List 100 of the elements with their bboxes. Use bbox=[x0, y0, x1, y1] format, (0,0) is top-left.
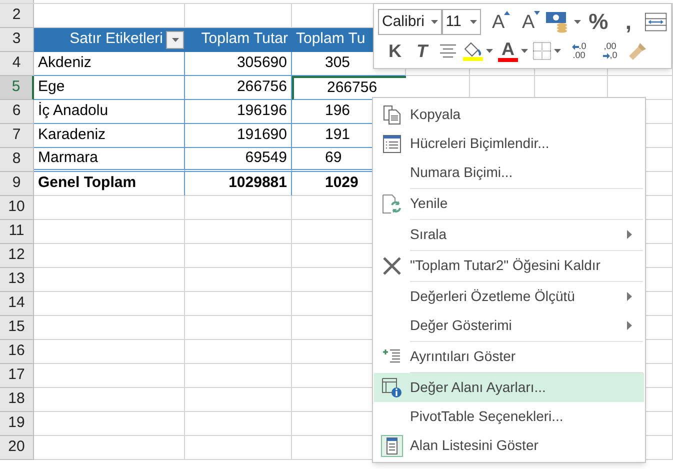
row-number[interactable]: 13 bbox=[0, 268, 34, 292]
settings-info-icon bbox=[382, 378, 402, 398]
caret-icon bbox=[430, 20, 438, 24]
grid-cell[interactable] bbox=[185, 316, 292, 340]
filter-button[interactable] bbox=[166, 30, 184, 48]
grid-cell[interactable] bbox=[34, 316, 185, 340]
grid-cell[interactable] bbox=[185, 268, 292, 292]
caret-icon bbox=[486, 49, 493, 53]
font-size-field[interactable]: 11 bbox=[442, 9, 482, 35]
decimal-label: .00 bbox=[572, 51, 586, 60]
grid-cell[interactable] bbox=[185, 364, 292, 388]
grid-cell[interactable] bbox=[185, 292, 292, 316]
paint-bucket-icon[interactable] bbox=[463, 41, 483, 57]
copy-icon bbox=[383, 104, 401, 124]
grid-cell[interactable] bbox=[34, 292, 185, 316]
grid-cell[interactable] bbox=[34, 340, 185, 364]
down-caret-icon bbox=[534, 11, 540, 15]
row-number[interactable]: 8 bbox=[0, 148, 34, 172]
table-cell-text: 305690 bbox=[236, 53, 287, 74]
table-cell-text: 266756 bbox=[327, 78, 378, 98]
table-cell-text: Ege bbox=[38, 77, 65, 98]
table-cell-text: 1029 bbox=[325, 173, 358, 194]
decrease-decimal-button[interactable]: ,00 ,0 bbox=[597, 42, 623, 60]
table-cell-text: 191 bbox=[325, 125, 350, 146]
header-cell-text: Satır Etiketleri bbox=[70, 29, 163, 50]
table-cell-text: 196 bbox=[325, 101, 350, 122]
table-cell-text: 69549 bbox=[245, 148, 287, 168]
grid-cell[interactable] bbox=[34, 196, 185, 220]
caret-icon bbox=[554, 49, 561, 53]
caret-icon bbox=[470, 20, 478, 24]
grid-cell[interactable] bbox=[34, 364, 185, 388]
font-size: 11 bbox=[446, 12, 462, 32]
row-number[interactable]: 12 bbox=[0, 244, 34, 268]
caret-icon bbox=[521, 49, 528, 53]
grid-cell[interactable] bbox=[34, 436, 185, 460]
list-icon bbox=[383, 134, 401, 152]
table-cell-text: 191690 bbox=[236, 125, 287, 146]
grid-cell[interactable] bbox=[34, 412, 185, 436]
submenu-arrow-icon bbox=[627, 321, 632, 330]
up-caret-icon bbox=[504, 11, 510, 15]
row-number[interactable]: 7 bbox=[0, 124, 34, 148]
wrap-icon[interactable] bbox=[645, 11, 668, 33]
format-button[interactable]: % bbox=[585, 10, 612, 34]
grid-cell[interactable] bbox=[34, 220, 185, 244]
submenu-arrow-icon bbox=[627, 230, 632, 239]
shrink-font-button[interactable]: A bbox=[515, 10, 542, 34]
paintbrush-icon[interactable] bbox=[628, 41, 648, 61]
grid-cell[interactable] bbox=[185, 244, 292, 268]
table-cell-text: Genel Toplam bbox=[38, 173, 136, 194]
grid-cell[interactable] bbox=[34, 268, 185, 292]
header-cell-text: Toplam Tu bbox=[296, 29, 366, 50]
table-cell-text: 266756 bbox=[236, 77, 287, 98]
font-field[interactable]: Calibri bbox=[378, 9, 442, 35]
italic-button[interactable]: T bbox=[411, 39, 433, 63]
row-number[interactable]: 16 bbox=[0, 340, 34, 364]
grid-cell[interactable] bbox=[185, 388, 292, 412]
row-number[interactable]: 3 bbox=[0, 28, 34, 52]
row-number[interactable]: 17 bbox=[0, 364, 34, 388]
row-number[interactable]: 20 bbox=[0, 436, 34, 460]
font-name: Calibri bbox=[382, 12, 425, 32]
decimal-label: ,0 bbox=[610, 51, 618, 60]
table-cell-text: 196196 bbox=[236, 101, 287, 122]
table-cell-text: Akdeniz bbox=[38, 53, 92, 74]
row-number[interactable]: 14 bbox=[0, 292, 34, 316]
grid-cell[interactable] bbox=[185, 220, 292, 244]
grid-cell[interactable] bbox=[185, 340, 292, 364]
grid-cell[interactable] bbox=[185, 436, 292, 460]
grow-font-button[interactable]: A bbox=[485, 10, 512, 34]
row-number[interactable]: 6 bbox=[0, 100, 34, 124]
grid-cell[interactable] bbox=[185, 412, 292, 436]
table-cell-text: İç Anadolu bbox=[38, 101, 108, 122]
row-number[interactable]: 2 bbox=[0, 4, 34, 28]
grid-cell[interactable] bbox=[34, 388, 185, 412]
borders-icon[interactable] bbox=[533, 42, 551, 60]
row-number[interactable]: 11 bbox=[0, 220, 34, 244]
left-arrow-icon bbox=[572, 44, 579, 50]
decimal-label: ,00 bbox=[604, 42, 616, 51]
decimal-label: .0 bbox=[578, 42, 586, 51]
table-cell-text: 1029881 bbox=[228, 173, 287, 194]
table-cell-text: Marmara bbox=[38, 148, 98, 168]
table-cell-text: 305 bbox=[325, 53, 350, 74]
font-color-button[interactable]: A bbox=[502, 40, 514, 58]
grid-cell[interactable] bbox=[34, 244, 185, 268]
row-number[interactable]: 5 bbox=[0, 76, 34, 100]
format-button[interactable]: , bbox=[615, 10, 642, 34]
right-arrow-icon bbox=[602, 52, 610, 58]
row-number[interactable]: 4 bbox=[0, 52, 34, 76]
grid-cell[interactable] bbox=[185, 196, 292, 220]
row-number[interactable]: 10 bbox=[0, 196, 34, 220]
table-cell-text: Karadeniz bbox=[38, 125, 106, 146]
increase-decimal-button[interactable]: .0 .00 bbox=[566, 42, 592, 60]
menu-item[interactable]: Değer Alanı Ayarları... bbox=[374, 373, 644, 402]
plus-list-icon bbox=[383, 348, 401, 364]
row-number[interactable]: 15 bbox=[0, 316, 34, 340]
field-list-icon bbox=[381, 434, 403, 456]
row-number[interactable]: 9 bbox=[0, 172, 34, 196]
align-center-icon[interactable] bbox=[438, 44, 458, 58]
row-number[interactable]: 18 bbox=[0, 388, 34, 412]
bold-button[interactable]: K bbox=[384, 39, 406, 63]
row-number[interactable]: 19 bbox=[0, 412, 34, 436]
